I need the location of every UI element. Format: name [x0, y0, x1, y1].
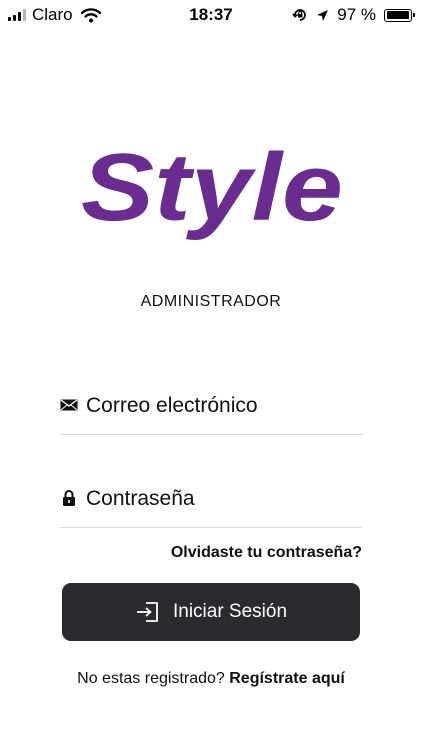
password-input[interactable] — [86, 479, 356, 519]
register-prompt: No estas registrado? Regístrate aquí — [0, 670, 422, 688]
logo-text: Style — [81, 134, 343, 241]
register-question: No estas registrado? — [77, 670, 225, 687]
login-button[interactable]: Iniciar Sesión — [62, 583, 360, 641]
brand-logo: Style — [81, 134, 343, 241]
login-button-label: Iniciar Sesión — [172, 601, 288, 622]
battery-fill — [386, 11, 409, 19]
email-field[interactable] — [60, 384, 362, 435]
battery-percentage: 97 % — [337, 5, 376, 24]
lock-icon — [63, 490, 75, 506]
battery-icon — [384, 8, 415, 22]
register-link[interactable]: Regístrate aquí — [229, 670, 345, 687]
envelope-icon — [60, 399, 78, 411]
password-field[interactable] — [60, 477, 362, 528]
carrier-label: Claro — [32, 5, 73, 24]
sign-in-icon — [136, 602, 158, 622]
location-arrow-icon — [317, 9, 329, 21]
signal-icon — [8, 9, 26, 21]
status-left: Claro — [8, 5, 101, 25]
email-input[interactable] — [86, 386, 356, 426]
status-bar: Claro 18:37 97 % — [0, 0, 422, 30]
wifi-icon — [80, 7, 101, 22]
forgot-password-link[interactable]: Olvidaste tu contraseña? — [171, 544, 362, 562]
status-right: 97 % — [292, 5, 415, 25]
rotation-lock-icon — [292, 9, 307, 21]
admin-subtitle: ADMINISTRADOR — [140, 293, 282, 310]
